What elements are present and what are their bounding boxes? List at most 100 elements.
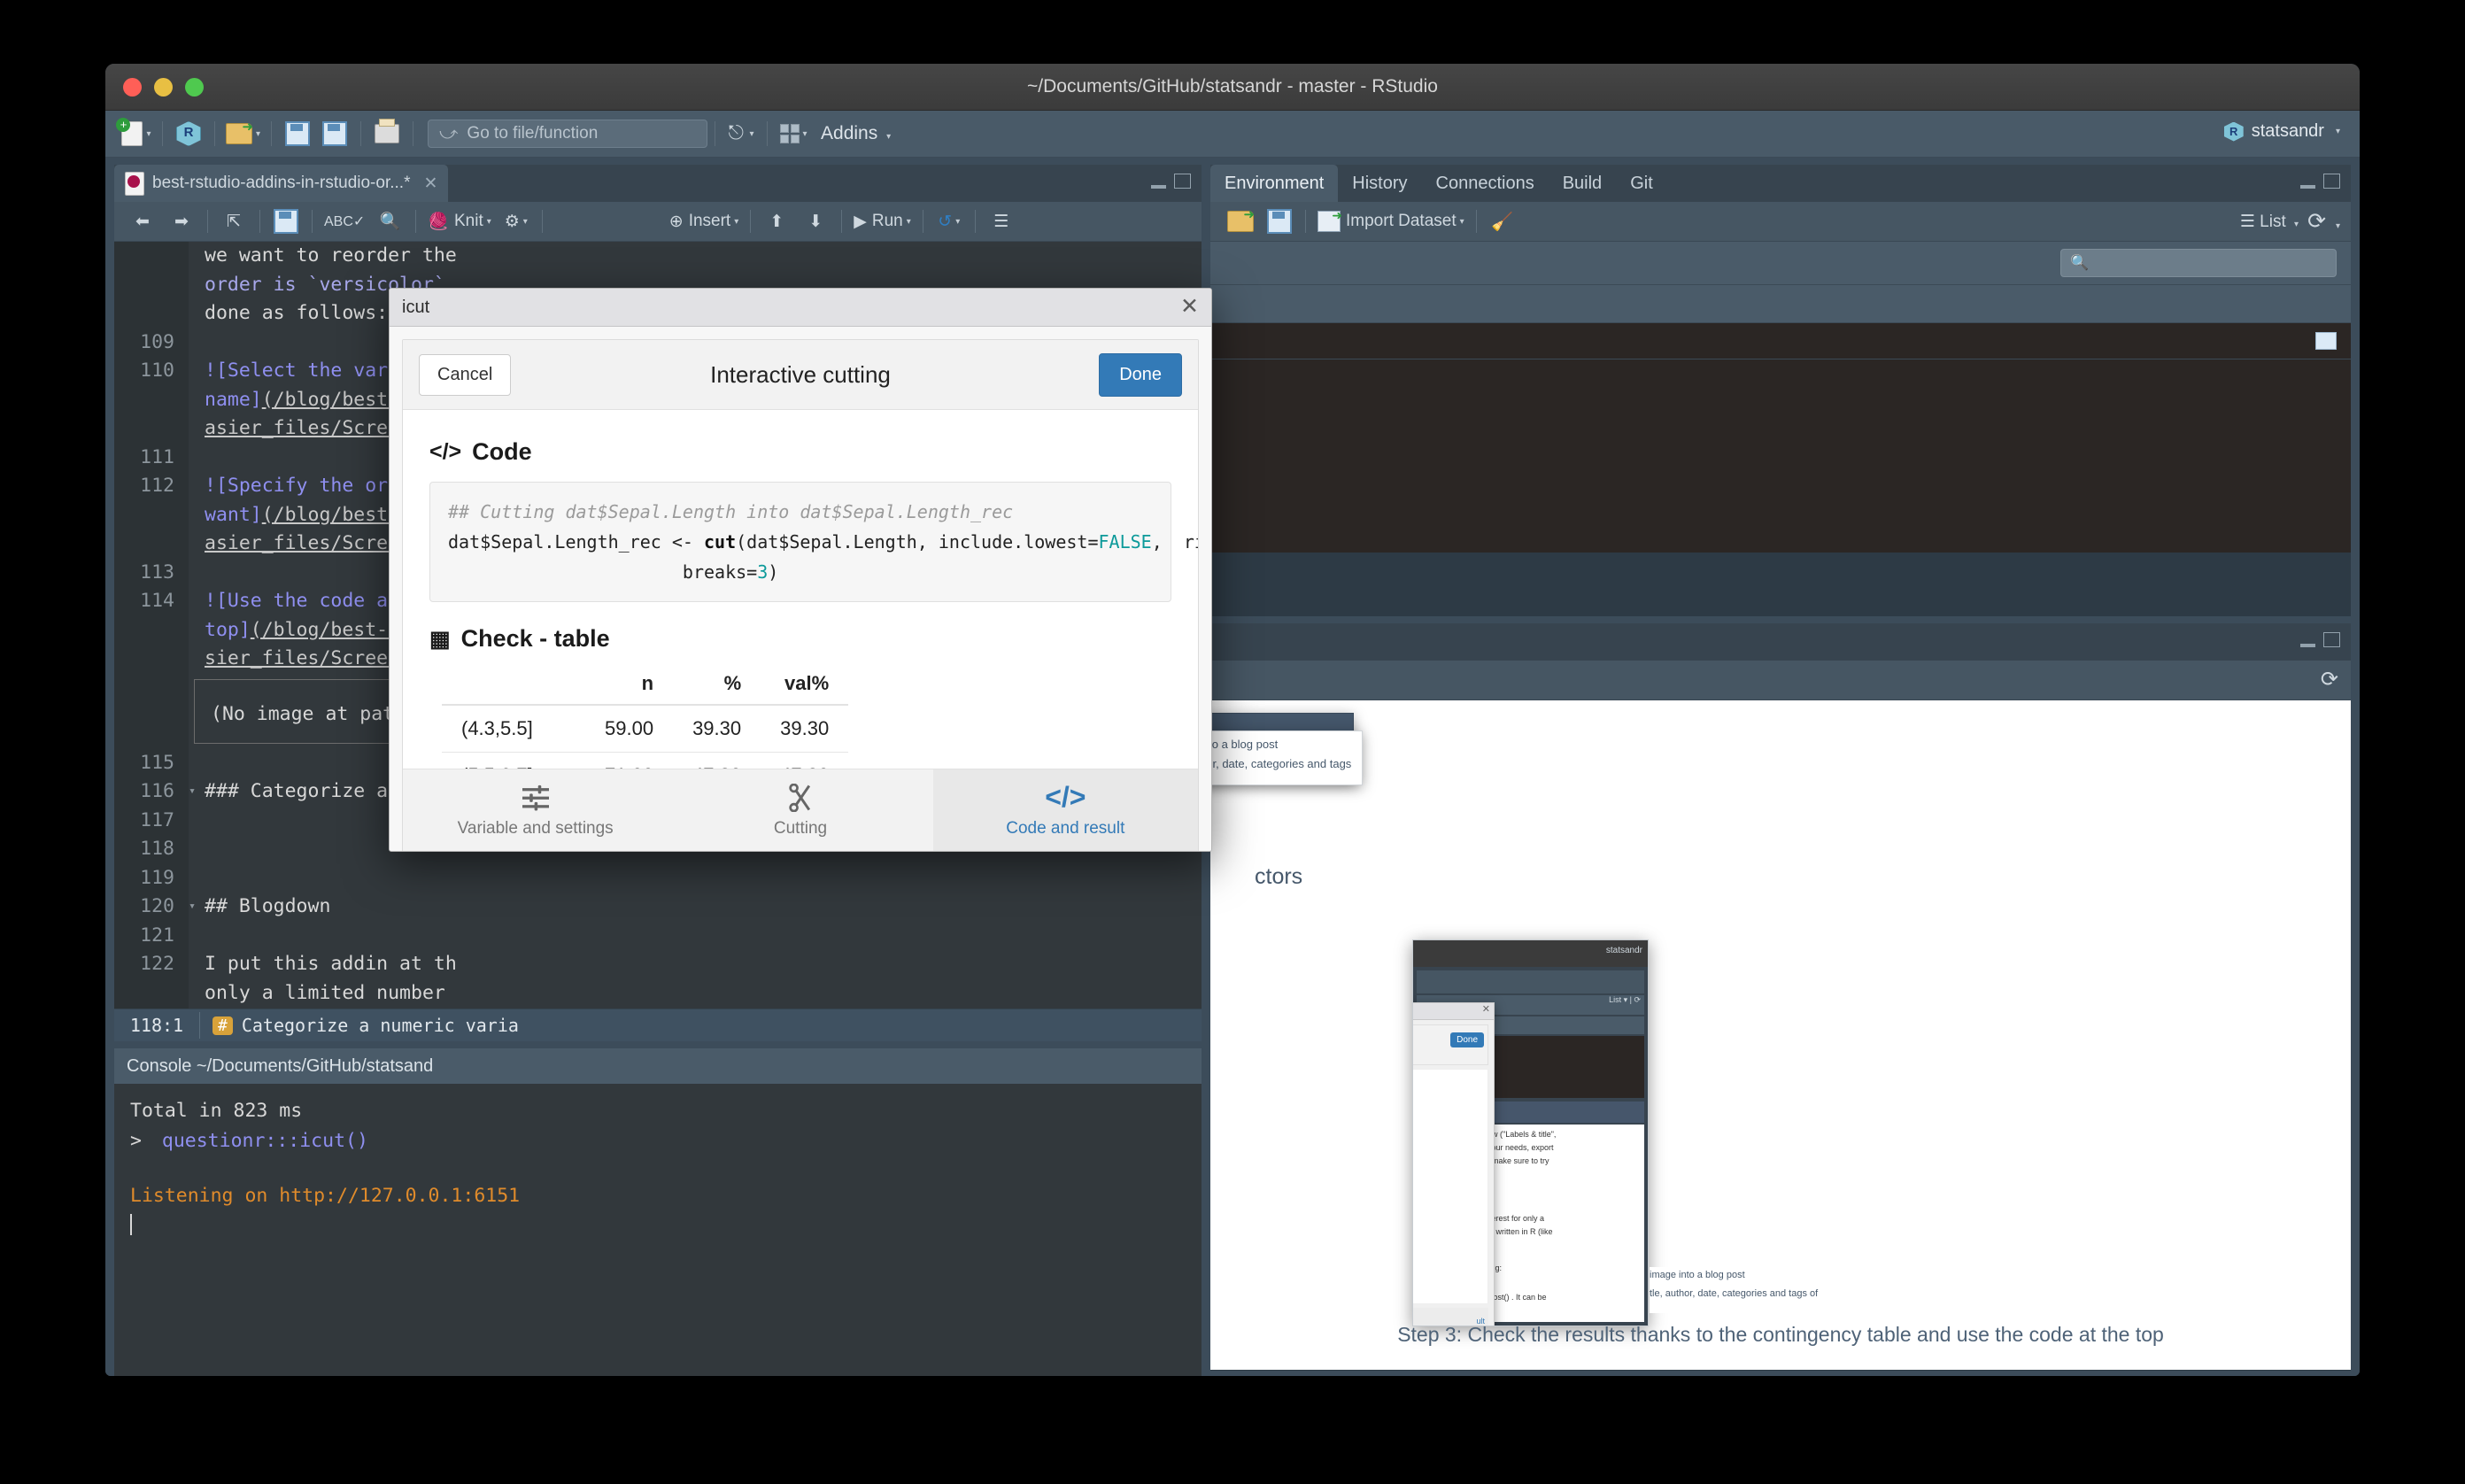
- table-section-label: Check - table: [460, 625, 610, 652]
- env-tab-git[interactable]: Git: [1616, 165, 1667, 202]
- env-tab-build[interactable]: Build: [1549, 165, 1616, 202]
- env-tab-environment[interactable]: Environment: [1210, 165, 1339, 202]
- fold-toggle-icon[interactable]: [185, 807, 199, 836]
- fold-toggle-icon[interactable]: [185, 414, 199, 444]
- knit-button[interactable]: 🧶 Knit ▾: [422, 205, 496, 237]
- fold-toggle-icon[interactable]: [185, 386, 199, 415]
- gadget-tab-code-and-result[interactable]: </> Code and result: [932, 769, 1198, 851]
- goto-file-function-input[interactable]: ⤻ Go to file/function: [428, 120, 708, 148]
- fold-toggle-icon[interactable]: [185, 922, 199, 951]
- source-tab-rmd[interactable]: best-rstudio-addins-in-rstudio-or...* ✕: [114, 165, 449, 202]
- line-number: [114, 645, 185, 674]
- fold-toggle-icon[interactable]: [185, 501, 199, 530]
- fold-toggle-icon[interactable]: [185, 559, 199, 588]
- insert-chunk-button[interactable]: ⊕ Insert ▾: [664, 205, 744, 237]
- environment-search-input[interactable]: 🔍: [2060, 249, 2337, 277]
- editor-line: 122 I put this addin at th: [114, 950, 1202, 979]
- close-icon[interactable]: ✕: [1180, 295, 1199, 318]
- print-button[interactable]: [368, 116, 406, 151]
- new-file-button[interactable]: ▾: [116, 116, 155, 151]
- rerun-chunks-button[interactable]: ↺ ▾: [930, 205, 969, 237]
- environment-data-row[interactable]: [1210, 322, 2351, 359]
- rerun-button[interactable]: ⎋ ▾: [722, 116, 760, 151]
- save-button[interactable]: [279, 116, 316, 151]
- fold-toggle-icon[interactable]: [185, 587, 199, 616]
- console-pane: Console ~/Documents/GitHub/statsand Tota…: [114, 1048, 1202, 1376]
- fold-toggle-icon[interactable]: [185, 616, 199, 645]
- outline-button[interactable]: ☰: [982, 205, 1021, 237]
- run-button[interactable]: ▶ Run ▾: [848, 205, 916, 237]
- minimize-pane-icon[interactable]: [2300, 176, 2315, 189]
- cancel-button[interactable]: Cancel: [419, 353, 512, 396]
- import-dataset-button[interactable]: Import Dataset▾: [1312, 205, 1470, 237]
- gadget-tab-cutting[interactable]: Cutting: [668, 769, 932, 851]
- fold-toggle-icon[interactable]: [185, 328, 199, 358]
- list-view-button[interactable]: ☰ List ▾: [2240, 212, 2299, 232]
- done-button[interactable]: Done: [1099, 352, 1182, 397]
- fold-toggle-icon[interactable]: ▾: [185, 893, 199, 922]
- knit-settings-button[interactable]: ⚙ ▾: [497, 205, 536, 237]
- back-button[interactable]: ⬅: [123, 205, 162, 237]
- fold-toggle-icon[interactable]: [185, 645, 199, 674]
- forward-button[interactable]: ➡: [162, 205, 201, 237]
- env-tab-history[interactable]: History: [1338, 165, 1421, 202]
- spellcheck-button[interactable]: ABC✓: [319, 205, 370, 237]
- workspace-panes-button[interactable]: ▾: [775, 116, 812, 151]
- maximize-pane-icon[interactable]: [2323, 174, 2340, 189]
- maximize-pane-icon[interactable]: [2323, 632, 2340, 647]
- table-col-header: val%: [761, 669, 849, 706]
- user-menu[interactable]: R statsandr ▾: [2223, 121, 2340, 142]
- viewer-refresh-button[interactable]: ⟳: [2321, 667, 2338, 692]
- find-replace-button[interactable]: 🔍: [370, 205, 409, 237]
- previous-chunk-button[interactable]: ⬆: [757, 205, 796, 237]
- gadget-tab-variable-and-settings[interactable]: Variable and settings: [403, 769, 668, 851]
- toolbar-divider: [312, 210, 313, 233]
- thumb-text-line: ndow ("Labels & title",: [1479, 1130, 1557, 1139]
- line-number: [114, 270, 185, 299]
- toolbar-divider: [841, 210, 843, 233]
- show-in-new-window-button[interactable]: ⇱: [214, 205, 253, 237]
- code-line-2: breaks=3): [448, 561, 778, 583]
- view-table-icon[interactable]: [2315, 332, 2337, 350]
- addins-menu[interactable]: Addins ▾: [821, 123, 891, 144]
- open-file-button[interactable]: ▾: [222, 116, 264, 151]
- line-number: [114, 385, 185, 414]
- next-chunk-button[interactable]: ⬇: [796, 205, 835, 237]
- thumb-user-label: statsandr: [1605, 946, 1642, 955]
- toolbar-divider: [162, 121, 163, 146]
- console-output[interactable]: Total in 823 ms > questionr:::icut() Lis…: [114, 1084, 1202, 1376]
- printer-icon: [375, 119, 400, 143]
- maximize-pane-icon[interactable]: [1174, 174, 1191, 189]
- minimize-pane-icon[interactable]: [2300, 635, 2315, 647]
- env-tab-connections[interactable]: Connections: [1422, 165, 1549, 202]
- save-all-button[interactable]: [316, 116, 353, 151]
- fold-toggle-icon[interactable]: [185, 357, 199, 386]
- fold-toggle-icon[interactable]: [185, 271, 199, 300]
- chevron-down-icon: ▾: [802, 128, 808, 139]
- line-number: 121: [114, 921, 185, 950]
- fold-toggle-icon[interactable]: [185, 749, 199, 778]
- fold-toggle-icon[interactable]: [185, 242, 199, 271]
- fold-toggle-icon[interactable]: [185, 835, 199, 864]
- fold-toggle-icon[interactable]: [185, 950, 199, 979]
- viewer-content[interactable]: image into a blog post tle, author, date…: [1210, 700, 2351, 1370]
- run-label: Run: [871, 212, 903, 230]
- fold-toggle-icon[interactable]: [185, 299, 199, 328]
- fold-toggle-icon[interactable]: [185, 864, 199, 893]
- fold-toggle-icon[interactable]: [185, 444, 199, 473]
- fold-toggle-icon[interactable]: ▾: [185, 777, 199, 807]
- fold-toggle-icon[interactable]: [185, 529, 199, 559]
- new-project-button[interactable]: R: [170, 116, 207, 151]
- refresh-button[interactable]: ⟳ ▾: [2307, 208, 2340, 235]
- load-workspace-button[interactable]: [1221, 205, 1260, 237]
- close-tab-icon[interactable]: ✕: [423, 174, 437, 194]
- console-cursor-line: [130, 1211, 1186, 1241]
- save-document-button[interactable]: [267, 205, 305, 237]
- fold-toggle-icon[interactable]: [185, 472, 199, 501]
- clear-workspace-button[interactable]: 🧹: [1483, 205, 1522, 237]
- save-workspace-button[interactable]: [1260, 205, 1299, 237]
- viewer-fragment-text: ctors: [1255, 864, 1303, 889]
- fold-toggle-icon[interactable]: [185, 979, 199, 1009]
- gadget-content: </> Code ## Cutting dat$Sepal.Length int…: [403, 410, 1198, 787]
- minimize-pane-icon[interactable]: [1151, 176, 1166, 189]
